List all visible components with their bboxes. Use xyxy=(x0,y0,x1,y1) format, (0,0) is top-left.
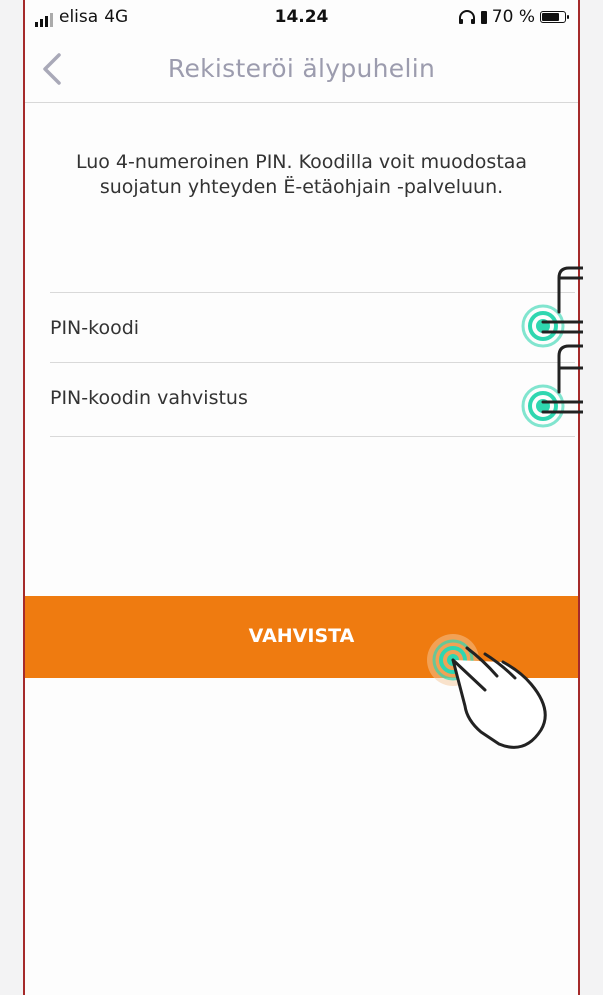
battery-icon xyxy=(540,11,569,23)
nav-bar: Rekisteröi älypuhelin xyxy=(25,34,578,103)
battery-percent: 70 % xyxy=(491,7,535,27)
phone-screen: elisa 4G 14.24 70 % Rekisteröi älypuheli… xyxy=(23,0,583,995)
status-bar: elisa 4G 14.24 70 % xyxy=(25,0,578,34)
divider xyxy=(50,436,575,437)
status-right: 70 % xyxy=(458,7,569,27)
pin-confirm-label: PIN-koodin vahvistus xyxy=(50,387,248,409)
pin-confirm-field[interactable]: PIN-koodin vahvistus xyxy=(50,362,575,432)
intro-text: Luo 4-numeroinen PIN. Koodilla voit muod… xyxy=(75,151,528,198)
page-title: Rekisteröi älypuhelin xyxy=(167,54,436,83)
confirm-button[interactable]: VAHVISTA xyxy=(25,596,578,678)
headphones-icon xyxy=(458,10,475,24)
pin-field[interactable]: PIN-koodi xyxy=(50,292,575,362)
pin-label: PIN-koodi xyxy=(50,317,140,339)
lock-rotation-icon xyxy=(480,10,487,24)
background-frame: elisa 4G 14.24 70 % Rekisteröi älypuheli… xyxy=(0,0,603,995)
